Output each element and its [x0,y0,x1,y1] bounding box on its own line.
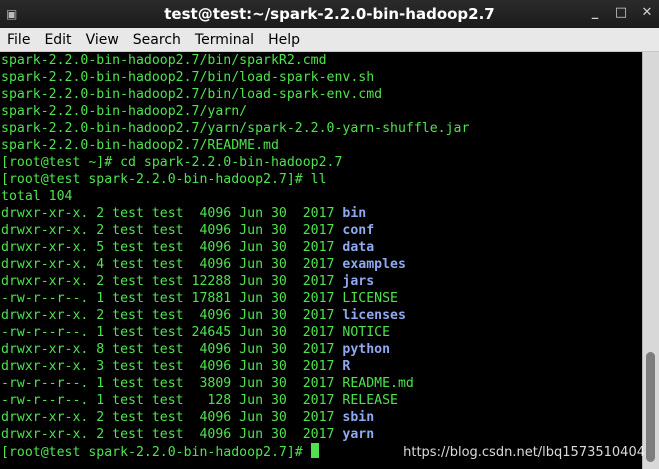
directory-name: jars [342,274,375,289]
terminal-output[interactable]: spark-2.2.0-bin-hadoop2.7/bin/sparkR2.cm… [0,52,643,469]
line-text: spark-2.2.0-bin-hadoop2.7/yarn/ [1,104,248,119]
maximize-button[interactable]: □ [613,4,629,22]
line-text: drwxr-xr-x. 2 test test 12288 Jun 30 201… [1,274,343,289]
terminal-line: spark-2.2.0-bin-hadoop2.7/bin/load-spark… [0,86,643,103]
terminal-line: -rw-r--r--. 1 test test 128 Jun 30 2017 … [0,392,643,409]
line-text: spark-2.2.0-bin-hadoop2.7/yarn/spark-2.2… [1,121,470,136]
line-text: spark-2.2.0-bin-hadoop2.7/bin/sparkR2.cm… [1,53,327,68]
directory-name: yarn [342,427,375,442]
shell-prompt: [root@test spark-2.2.0-bin-hadoop2.7]# [1,445,311,460]
terminal-line: spark-2.2.0-bin-hadoop2.7/yarn/spark-2.2… [0,120,643,137]
menu-bar: File Edit View Search Terminal Help [0,28,659,52]
menu-help[interactable]: Help [261,32,307,48]
close-button[interactable]: ✕ [639,4,655,22]
window-controls: _ □ ✕ [587,4,655,22]
terminal-line: drwxr-xr-x. 2 test test 4096 Jun 30 2017… [0,409,643,426]
line-text: drwxr-xr-x. 2 test test 4096 Jun 30 2017 [1,206,343,221]
vertical-scrollbar[interactable] [642,52,659,469]
line-text: drwxr-xr-x. 5 test test 4096 Jun 30 2017 [1,240,343,255]
terminal-line: total 104 [0,188,643,205]
menu-edit[interactable]: Edit [37,32,78,48]
line-text: total 104 [1,189,73,204]
window-title: test@test:~/spark-2.2.0-bin-hadoop2.7 [164,5,495,23]
file-name: LICENSE [342,291,398,306]
line-text: spark-2.2.0-bin-hadoop2.7/bin/load-spark… [1,70,375,85]
terminal-line: spark-2.2.0-bin-hadoop2.7/bin/load-spark… [0,69,643,86]
menu-search[interactable]: Search [126,32,188,48]
terminal-line: drwxr-xr-x. 3 test test 4096 Jun 30 2017… [0,358,643,375]
file-name: README.md [342,376,414,391]
terminal-line: drwxr-xr-x. 2 test test 4096 Jun 30 2017… [0,307,643,324]
directory-name: R [342,359,351,374]
line-text: drwxr-xr-x. 8 test test 4096 Jun 30 2017 [1,342,343,357]
directory-name: data [342,240,375,255]
terminal-line: drwxr-xr-x. 4 test test 4096 Jun 30 2017… [0,256,643,273]
line-text: drwxr-xr-x. 2 test test 4096 Jun 30 2017 [1,308,343,323]
directory-name: examples [342,257,406,272]
terminal-line: -rw-r--r--. 1 test test 3809 Jun 30 2017… [0,375,643,392]
file-name: NOTICE [342,325,391,340]
line-text: -rw-r--r--. 1 test test 128 Jun 30 2017 [1,393,343,408]
terminal-line: [root@test spark-2.2.0-bin-hadoop2.7]# l… [0,171,643,188]
terminal-line: drwxr-xr-x. 2 test test 4096 Jun 30 2017… [0,205,643,222]
line-text: drwxr-xr-x. 2 test test 4096 Jun 30 2017 [1,410,343,425]
line-text: drwxr-xr-x. 2 test test 4096 Jun 30 2017 [1,427,343,442]
line-text: -rw-r--r--. 1 test test 24645 Jun 30 201… [1,325,343,340]
directory-name: sbin [342,410,375,425]
directory-name: licenses [342,308,406,323]
directory-name: conf [342,223,375,238]
title-bar[interactable]: ▣ test@test:~/spark-2.2.0-bin-hadoop2.7 … [0,0,659,28]
line-text: drwxr-xr-x. 2 test test 4096 Jun 30 2017 [1,223,343,238]
line-text: -rw-r--r--. 1 test test 3809 Jun 30 2017 [1,376,343,391]
line-text: drwxr-xr-x. 3 test test 4096 Jun 30 2017 [1,359,343,374]
line-text: drwxr-xr-x. 4 test test 4096 Jun 30 2017 [1,257,343,272]
directory-name: bin [342,206,367,221]
terminal-line: drwxr-xr-x. 2 test test 4096 Jun 30 2017… [0,426,643,443]
terminal-line: -rw-r--r--. 1 test test 17881 Jun 30 201… [0,290,643,307]
terminal-line: drwxr-xr-x. 2 test test 4096 Jun 30 2017… [0,222,643,239]
line-text: spark-2.2.0-bin-hadoop2.7/bin/load-spark… [1,87,383,102]
terminal-line: spark-2.2.0-bin-hadoop2.7/README.md [0,137,643,154]
line-text: spark-2.2.0-bin-hadoop2.7/README.md [1,138,279,153]
terminal-line: spark-2.2.0-bin-hadoop2.7/bin/sparkR2.cm… [0,52,643,69]
minimize-button[interactable]: _ [587,4,603,22]
file-name: RELEASE [342,393,398,408]
terminal-line: drwxr-xr-x. 8 test test 4096 Jun 30 2017… [0,341,643,358]
terminal-line: spark-2.2.0-bin-hadoop2.7/yarn/ [0,103,643,120]
line-text: -rw-r--r--. 1 test test 17881 Jun 30 201… [1,291,343,306]
menu-file[interactable]: File [0,32,37,48]
menu-view[interactable]: View [79,32,126,48]
terminal-line: -rw-r--r--. 1 test test 24645 Jun 30 201… [0,324,643,341]
line-text: [root@test ~]# cd spark-2.2.0-bin-hadoop… [1,155,343,170]
watermark: https://blog.csdn.net/lbq1573510404 [403,445,645,460]
terminal-window: ▣ test@test:~/spark-2.2.0-bin-hadoop2.7 … [0,0,659,469]
menu-terminal[interactable]: Terminal [188,32,261,48]
terminal-line: drwxr-xr-x. 2 test test 12288 Jun 30 201… [0,273,643,290]
text-cursor [310,443,319,458]
terminal-icon[interactable]: ▣ [6,6,22,22]
terminal-line: drwxr-xr-x. 5 test test 4096 Jun 30 2017… [0,239,643,256]
directory-name: python [342,342,391,357]
scrollbar-thumb[interactable] [646,352,655,462]
terminal-line: [root@test ~]# cd spark-2.2.0-bin-hadoop… [0,154,643,171]
line-text: [root@test spark-2.2.0-bin-hadoop2.7]# l… [1,172,327,187]
